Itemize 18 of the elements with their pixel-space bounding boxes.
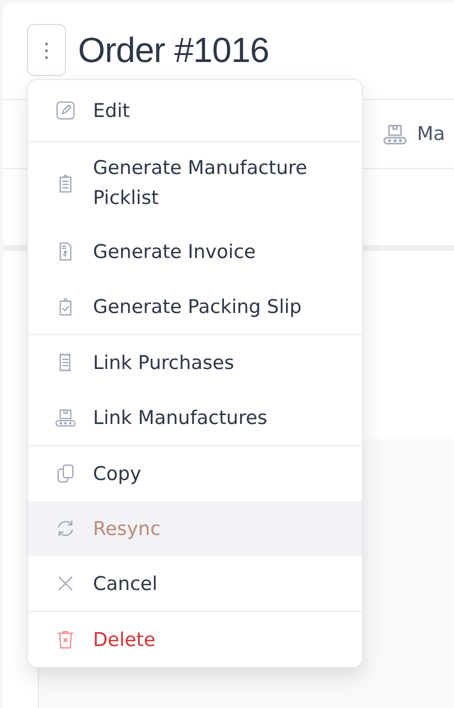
page-title: Order #1016	[78, 31, 270, 71]
conveyor-icon	[383, 122, 407, 146]
trash-icon	[55, 629, 76, 650]
menu-button[interactable]: ⋮	[27, 24, 66, 76]
pencil-icon	[55, 100, 76, 121]
menu-item[interactable]: Edit	[28, 80, 362, 141]
tab[interactable]: Ma	[383, 122, 454, 146]
menu-item[interactable]: Delete	[28, 612, 362, 667]
menu-item[interactable]: Link Purchases	[28, 335, 362, 390]
conveyor-icon	[55, 407, 76, 428]
menu-item[interactable]: Link Manufactures	[28, 390, 362, 445]
menu-item[interactable]: Cancel	[28, 556, 362, 611]
copy-icon	[55, 463, 76, 484]
sync-icon	[55, 518, 76, 539]
menu-item[interactable]: Generate Invoice	[28, 224, 362, 279]
menu-item[interactable]: Generate Packing Slip	[28, 279, 362, 334]
menu-item[interactable]: Copy	[28, 446, 362, 501]
menu-item[interactable]: Generate Manufacture Picklist	[28, 142, 362, 224]
